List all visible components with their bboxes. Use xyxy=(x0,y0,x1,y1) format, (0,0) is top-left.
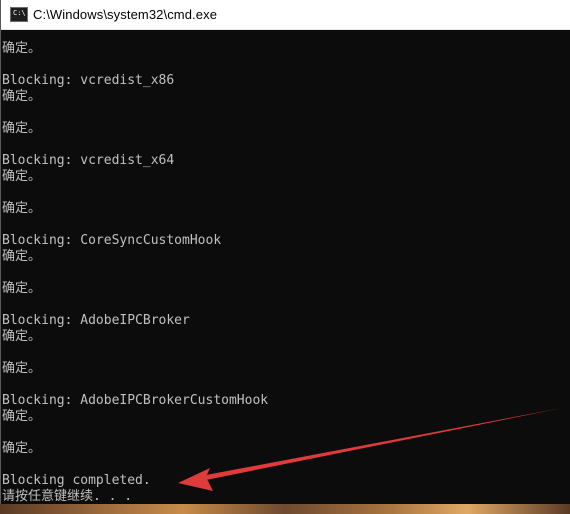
console-line-press-any-key: 请按任意键继续. . . xyxy=(2,489,133,504)
console-line: 确定。 xyxy=(2,169,42,184)
console-line: 确定。 xyxy=(2,249,42,264)
console-line: 确定。 xyxy=(2,41,42,56)
console-output[interactable]: 确定。 Blocking: vcredist_x86 确定。 确定。 Block… xyxy=(2,30,570,504)
console-line: 确定。 xyxy=(2,121,42,136)
console-line: Blocking: AdobeIPCBroker xyxy=(2,313,190,328)
console-line: 确定。 xyxy=(2,281,42,296)
console-line: 确定。 xyxy=(2,441,42,456)
desktop-wallpaper xyxy=(0,504,570,514)
title-bar[interactable]: C:\ C:\Windows\system32\cmd.exe xyxy=(1,0,570,30)
window-title: C:\Windows\system32\cmd.exe xyxy=(33,7,218,22)
console-line: Blocking: AdobeIPCBrokerCustomHook xyxy=(2,393,269,408)
console-line: 确定。 xyxy=(2,329,42,344)
cmd-icon[interactable]: C:\ xyxy=(10,7,28,22)
console-line: 确定。 xyxy=(2,409,42,424)
console-line: Blocking: vcredist_x86 xyxy=(2,73,175,88)
console-line: 确定。 xyxy=(2,89,42,104)
console-line: Blocking: CoreSyncCustomHook xyxy=(2,233,222,248)
cmd-window[interactable]: C:\ C:\Windows\system32\cmd.exe 确定。 Bloc… xyxy=(0,0,570,504)
console-line: 确定。 xyxy=(2,201,42,216)
console-line-blocking-completed: Blocking completed. xyxy=(2,473,151,488)
console-line: 确定。 xyxy=(2,361,42,376)
cmd-icon-glyph: C:\ xyxy=(13,9,26,17)
console-line: Blocking: vcredist_x64 xyxy=(2,153,175,168)
